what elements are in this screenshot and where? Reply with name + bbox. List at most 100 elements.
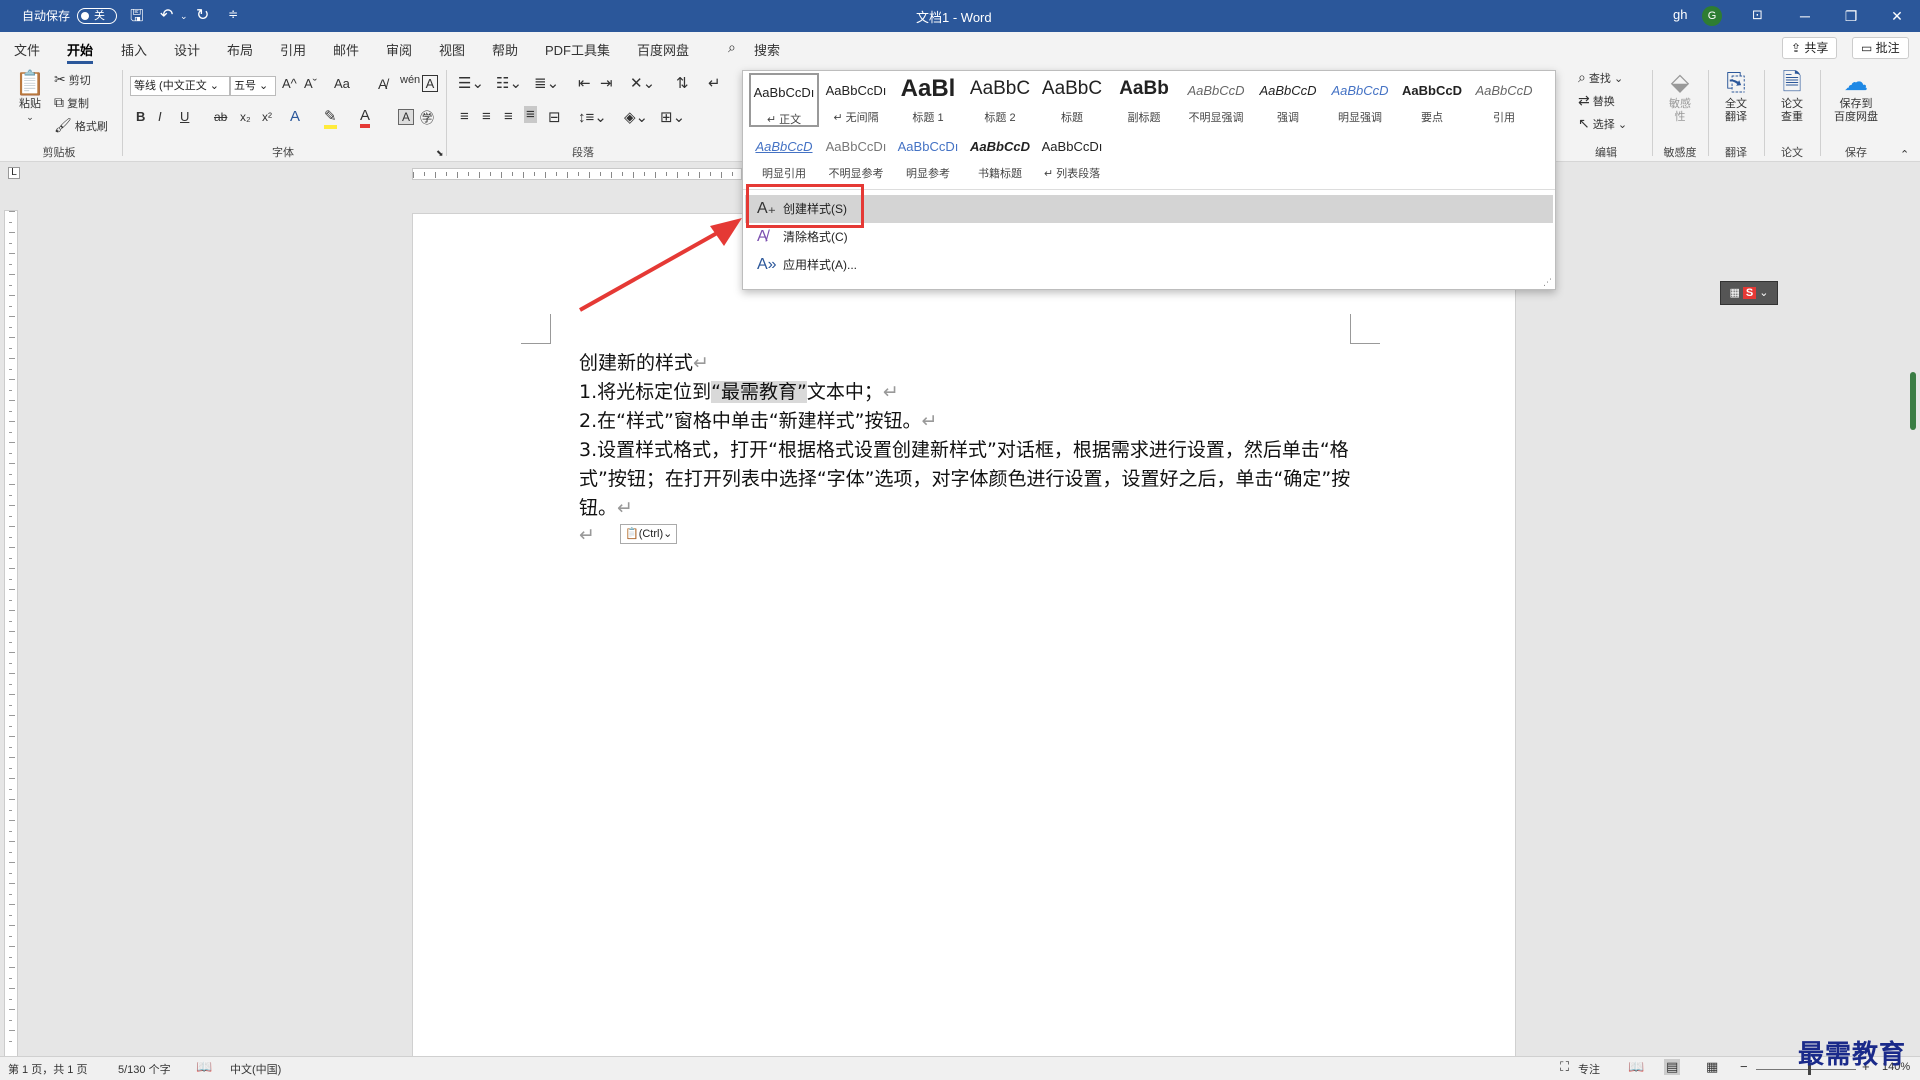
document-heading[interactable]: 创建新的样式↵ bbox=[579, 348, 709, 375]
borders-icon[interactable]: ⊞⌄ bbox=[660, 108, 685, 126]
select-button[interactable]: ↖ 选择 ⌄ bbox=[1578, 116, 1627, 132]
style-strong[interactable]: AaBbCcD 要点 bbox=[1397, 73, 1467, 127]
font-dialog-launcher-icon[interactable]: ⬊ bbox=[436, 148, 444, 159]
autosave-toggle[interactable]: 关 bbox=[77, 8, 117, 24]
increase-indent-icon[interactable]: ⇥ bbox=[600, 74, 613, 92]
tab-baidu-netdisk[interactable]: 百度网盘 bbox=[637, 40, 689, 59]
tab-references[interactable]: 引用 bbox=[280, 40, 306, 59]
document-page[interactable] bbox=[412, 213, 1516, 1063]
apply-styles-menu-item[interactable]: A» 应用样式(A)... bbox=[745, 251, 1553, 279]
style-normal[interactable]: AaBbCcDı ↵ 正文 bbox=[749, 73, 819, 127]
style-subtitle[interactable]: AaBb 副标题 bbox=[1109, 73, 1179, 127]
empty-paragraph[interactable]: ↵ bbox=[579, 524, 595, 546]
shading-icon[interactable]: ◈⌄ bbox=[624, 108, 648, 126]
multilevel-list-icon[interactable]: ≣⌄ bbox=[534, 74, 559, 92]
undo-dropdown-icon[interactable]: ⌄ bbox=[180, 11, 188, 22]
replace-button[interactable]: ⇄ 替换 bbox=[1578, 93, 1615, 109]
copy-button[interactable]: ⧉ 复制 bbox=[54, 95, 89, 111]
character-shading-icon[interactable]: A bbox=[398, 109, 414, 125]
tab-view[interactable]: 视图 bbox=[439, 40, 465, 59]
style-emphasis[interactable]: AaBbCcD 强调 bbox=[1253, 73, 1323, 127]
avatar[interactable]: G bbox=[1702, 6, 1722, 26]
style-no-spacing[interactable]: AaBbCcDı ↵ 无间隔 bbox=[821, 73, 891, 127]
proofing-icon[interactable]: 📖 bbox=[196, 1059, 212, 1075]
document-paragraph[interactable]: 2.在“样式”窗格中单击“新建样式”按钮。↵ bbox=[579, 406, 937, 433]
close-button[interactable]: ✕ bbox=[1874, 0, 1920, 32]
underline-button[interactable]: U bbox=[180, 109, 189, 124]
tab-help[interactable]: 帮助 bbox=[492, 40, 518, 59]
sort-icon[interactable]: ⇅ bbox=[676, 74, 689, 92]
ime-toolbar[interactable]: ▦ S ⌄ bbox=[1720, 281, 1778, 305]
create-style-menu-item[interactable]: A₊ 创建样式(S) bbox=[745, 195, 1553, 223]
ribbon-display-icon[interactable]: ⊡ bbox=[1752, 7, 1763, 23]
language[interactable]: 中文(中国) bbox=[230, 1061, 281, 1077]
align-center-icon[interactable]: ≡ bbox=[482, 108, 491, 125]
share-button[interactable]: ⇪ 共享 bbox=[1782, 37, 1838, 59]
page-count[interactable]: 第 1 页，共 1 页 bbox=[8, 1061, 87, 1077]
tab-review[interactable]: 审阅 bbox=[386, 40, 412, 59]
vertical-ruler[interactable] bbox=[4, 210, 18, 1060]
numbering-icon[interactable]: ☷⌄ bbox=[496, 74, 522, 92]
distributed-icon[interactable]: ⊟ bbox=[548, 108, 561, 126]
tab-layout[interactable]: 布局 bbox=[227, 40, 253, 59]
show-marks-icon[interactable]: ↵ bbox=[708, 74, 721, 92]
find-button[interactable]: ⌕ 查找 ⌄ bbox=[1578, 70, 1623, 86]
bullets-icon[interactable]: ☰⌄ bbox=[458, 74, 484, 92]
grow-font-button[interactable]: A^ bbox=[282, 76, 297, 91]
clear-formatting-icon[interactable]: A̸ bbox=[378, 76, 387, 92]
highlight-icon[interactable]: ✎ bbox=[324, 107, 337, 129]
italic-button[interactable]: I bbox=[158, 109, 162, 124]
bold-button[interactable]: B bbox=[136, 109, 145, 124]
search-icon[interactable]: ⌕ bbox=[728, 39, 736, 56]
paste-button[interactable]: 📋 粘贴 ⌄ bbox=[10, 70, 50, 124]
align-left-icon[interactable]: ≡ bbox=[460, 108, 469, 125]
subscript-button[interactable]: x₂ bbox=[240, 110, 251, 124]
user-name[interactable]: gh bbox=[1673, 7, 1687, 22]
sensitivity-button[interactable]: ⬙ 敏感 性 bbox=[1658, 68, 1702, 124]
customize-qat-icon[interactable]: ≑ bbox=[228, 7, 238, 21]
tab-insert[interactable]: 插入 bbox=[121, 40, 147, 59]
style-book-title[interactable]: AaBbCcD 书籍标题 bbox=[965, 129, 1035, 183]
format-painter-button[interactable]: 🖌 格式刷 bbox=[54, 118, 108, 134]
change-case-button[interactable]: Aa bbox=[334, 76, 350, 91]
font-size-select[interactable]: 五号 ⌄ bbox=[230, 76, 276, 96]
style-subtle-reference[interactable]: AaBbCcDı 不明显参考 bbox=[821, 129, 891, 183]
document-paragraph[interactable]: 钮。↵ bbox=[579, 493, 633, 520]
paper-check-button[interactable]: 🗎 论文 查重 bbox=[1770, 68, 1814, 124]
style-title[interactable]: AaBbC 标题 bbox=[1037, 73, 1107, 127]
style-intense-reference[interactable]: AaBbCcDı 明显参考 bbox=[893, 129, 963, 183]
align-right-icon[interactable]: ≡ bbox=[504, 108, 513, 125]
style-quote[interactable]: AaBbCcD 引用 bbox=[1469, 73, 1539, 127]
resize-grip-icon[interactable]: ⋰ bbox=[1543, 277, 1552, 288]
comments-button[interactable]: ▭ 批注 bbox=[1852, 37, 1909, 59]
scroll-thumb[interactable] bbox=[1910, 372, 1916, 430]
enclose-characters-icon[interactable]: ㊫ bbox=[420, 108, 434, 128]
collapse-ribbon-icon[interactable]: ⌃ bbox=[1900, 148, 1909, 161]
document-paragraph[interactable]: 1.将光标定位到“最需教育”文本中；↵ bbox=[579, 377, 899, 404]
shrink-font-button[interactable]: Aˇ bbox=[304, 76, 317, 91]
save-to-netdisk-button[interactable]: ☁ 保存到 百度网盘 bbox=[1826, 68, 1886, 124]
style-intense-emphasis[interactable]: AaBbCcD 明显强调 bbox=[1325, 73, 1395, 127]
justify-icon[interactable]: ≡ bbox=[524, 106, 537, 123]
undo-icon[interactable]: ↶ bbox=[160, 5, 173, 25]
restore-button[interactable]: ❐ bbox=[1828, 0, 1874, 32]
clear-formatting-menu-item[interactable]: A̸ 清除格式(C) bbox=[745, 223, 1553, 251]
document-paragraph[interactable]: 式”按钮；在打开列表中选择“字体”选项，对字体颜色进行设置，设置好之后，单击“确… bbox=[579, 464, 1350, 491]
style-heading-1[interactable]: AaBl 标题 1 bbox=[893, 73, 963, 127]
character-border-icon[interactable]: A bbox=[422, 75, 438, 92]
text-effects-icon[interactable]: A bbox=[290, 108, 300, 125]
search-label[interactable]: 搜索 bbox=[754, 40, 780, 59]
redo-icon[interactable]: ↻ bbox=[196, 5, 209, 25]
font-name-select[interactable]: 等线 (中文正文 ⌄ bbox=[130, 76, 230, 96]
word-count[interactable]: 5/130 个字 bbox=[118, 1061, 171, 1077]
line-spacing-icon[interactable]: ↕≡⌄ bbox=[578, 108, 607, 126]
strikethrough-button[interactable]: ab bbox=[214, 110, 227, 124]
style-list-paragraph[interactable]: AaBbCcDı ↵ 列表段落 bbox=[1037, 129, 1107, 183]
paste-options-button[interactable]: 📋(Ctrl)⌄ bbox=[620, 524, 678, 544]
document-paragraph[interactable]: 3.设置样式格式，打开“根据格式设置创建新样式”对话框，根据需求进行设置，然后单… bbox=[579, 435, 1349, 462]
zoom-out-icon[interactable]: − bbox=[1740, 1059, 1748, 1074]
style-heading-2[interactable]: AaBbC 标题 2 bbox=[965, 73, 1035, 127]
tab-selector-icon[interactable]: L bbox=[8, 167, 20, 179]
cut-button[interactable]: ✂ 剪切 bbox=[54, 72, 91, 88]
focus-icon[interactable]: ⛶ bbox=[1560, 1059, 1569, 1075]
